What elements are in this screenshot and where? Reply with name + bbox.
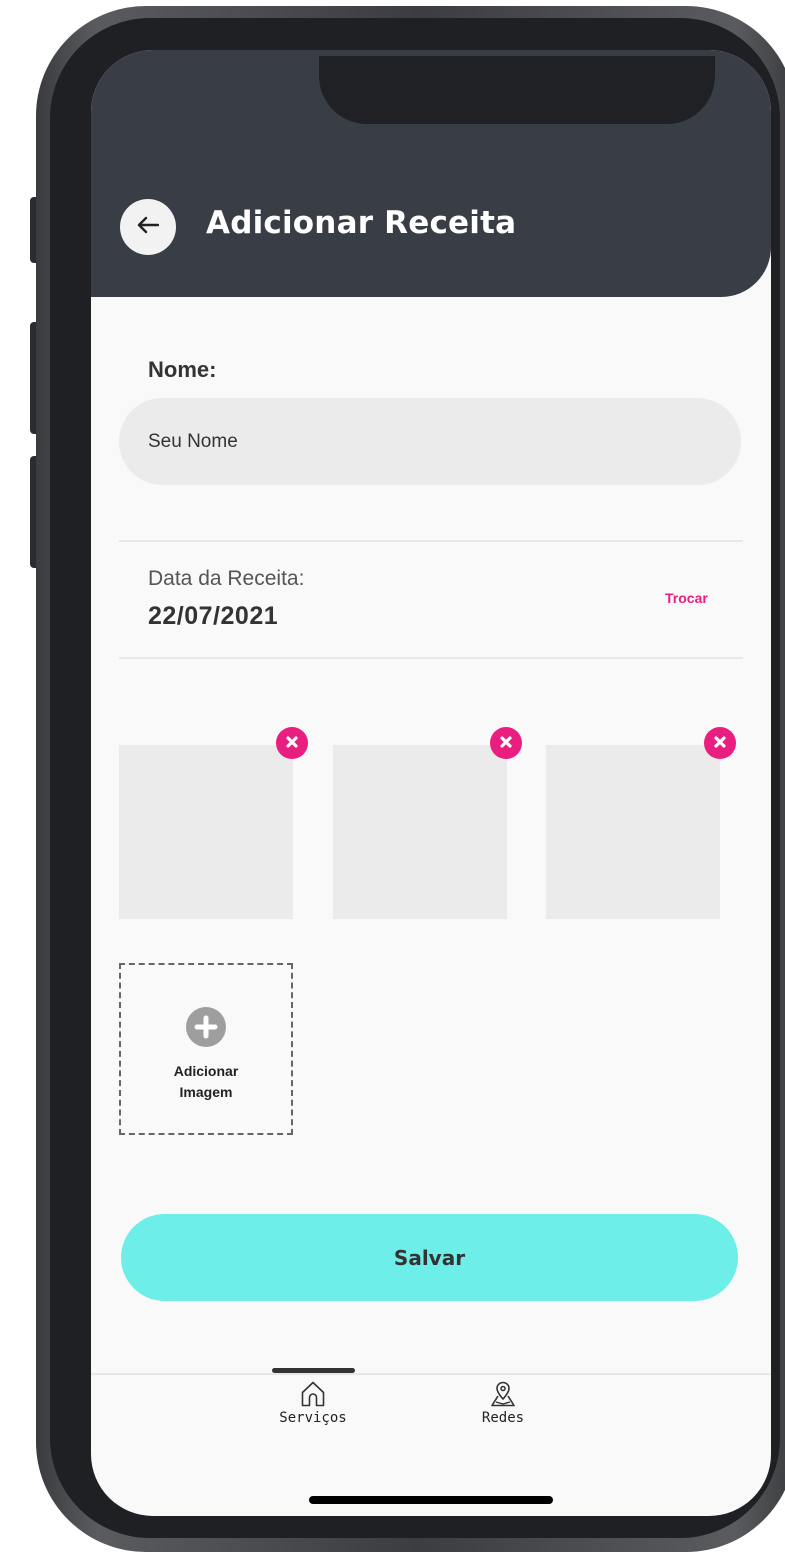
- remove-image-3-button[interactable]: [704, 727, 736, 759]
- name-label: Nome:: [148, 357, 217, 382]
- active-tab-indicator: [272, 1368, 355, 1373]
- image-thumbnail-3: [546, 745, 720, 919]
- add-image-button[interactable]: Adicionar Imagem: [119, 963, 293, 1135]
- plus-circle-icon: [186, 1007, 226, 1047]
- nav-label-redes: Redes: [481, 1410, 525, 1426]
- image-thumbnail-2: [333, 745, 507, 919]
- home-indicator-bar: [309, 1496, 553, 1504]
- divider-bottom: [119, 657, 743, 659]
- arrow-left-icon: [137, 216, 160, 238]
- home-icon: [258, 1380, 368, 1408]
- bottom-nav-border: [91, 1373, 771, 1375]
- date-label: Data da Receita:: [148, 567, 305, 590]
- date-value: 22/07/2021: [148, 602, 279, 630]
- page-title: Adicionar Receita: [206, 205, 517, 241]
- nav-label-servicos: Serviços: [279, 1410, 347, 1426]
- add-image-label: Adicionar Imagem: [173, 1063, 239, 1100]
- remove-image-2-button[interactable]: [490, 727, 522, 759]
- back-button[interactable]: [120, 199, 176, 255]
- divider-top: [119, 540, 743, 542]
- app-screen: Adicionar Receita Nome: Data da Receita:…: [91, 50, 771, 1516]
- close-icon: [713, 734, 727, 753]
- name-input[interactable]: [119, 398, 741, 485]
- remove-image-1-button[interactable]: [276, 727, 308, 759]
- map-pin-icon: [448, 1380, 558, 1408]
- close-icon: [285, 734, 299, 753]
- image-thumbnail-1: [119, 745, 293, 919]
- change-date-link[interactable]: Trocar: [665, 590, 708, 606]
- nav-item-redes[interactable]: Redes: [448, 1380, 558, 1426]
- save-button[interactable]: Salvar: [121, 1214, 738, 1301]
- close-icon: [499, 734, 513, 753]
- phone-notch: [319, 56, 715, 124]
- nav-item-servicos[interactable]: Serviços: [258, 1380, 368, 1426]
